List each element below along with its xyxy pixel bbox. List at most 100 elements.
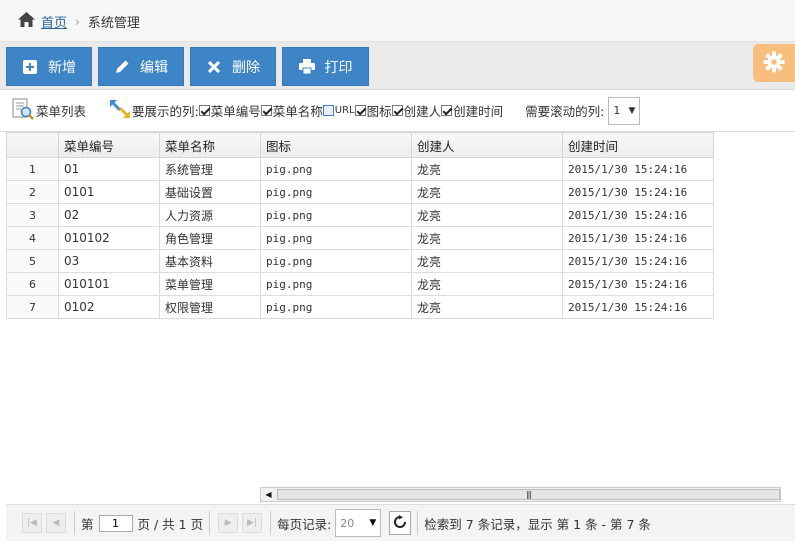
horizontal-scrollbar[interactable]: ◀ ||| (260, 487, 781, 502)
checkbox-label: 菜单编号 (210, 104, 261, 119)
table-cell-name: 系统管理 (159, 157, 261, 181)
breadcrumb-current: 系统管理 (87, 16, 140, 31)
table-cell-icon: pig.png (260, 272, 412, 296)
table-cell-icon: pig.png (260, 157, 412, 181)
row-number: 1 (6, 157, 59, 181)
page-prefix: 第 (81, 516, 94, 532)
table-cell-code: 01 (58, 157, 160, 181)
first-page-icon[interactable]: |◀ (22, 513, 42, 533)
table-cell-icon: pig.png (260, 226, 412, 250)
table-header-row: 菜单编号 菜单名称 图标 创建人 创建时间 (6, 132, 714, 158)
row-number: 5 (6, 249, 59, 273)
prev-page-icon[interactable]: ◀ (46, 513, 66, 533)
toolbar: 新增 编辑 删除 打印 (0, 42, 795, 90)
next-page-icon[interactable]: ▶ (218, 513, 239, 533)
add-button[interactable]: 新增 (6, 47, 92, 86)
row-number: 6 (6, 272, 59, 296)
row-number: 7 (6, 295, 59, 319)
column-checkbox-url[interactable]: URL (322, 105, 355, 116)
column-header[interactable]: 创建人 (411, 132, 563, 158)
breadcrumb: 首页 › 系统管理 (18, 12, 140, 31)
home-icon[interactable] (18, 12, 35, 31)
scroll-columns-label: 需要滚动的列: (525, 104, 605, 119)
column-checkbox-time[interactable]: 创建时间 (441, 101, 503, 120)
close-icon (206, 59, 222, 75)
checkbox-label: 创建时间 (453, 104, 504, 119)
table-row[interactable]: 7 0102 权限管理 pig.png 龙亮 2015/1/30 15:24:16 (6, 295, 714, 319)
checkbox-checked-icon[interactable] (441, 105, 453, 116)
table-cell-time: 2015/1/30 15:24:16 (562, 157, 714, 181)
checkbox-label: 图标 (366, 104, 392, 119)
table-cell-code: 010101 (58, 272, 160, 296)
pager-divider (270, 511, 272, 535)
column-header[interactable]: 创建时间 (562, 132, 714, 158)
pager-divider (74, 511, 75, 535)
table-cell-name: 角色管理 (159, 226, 261, 250)
pencil-icon (114, 59, 130, 75)
column-checkbox-name[interactable]: 菜单名称 (260, 101, 323, 120)
last-page-icon[interactable]: ▶| (242, 513, 263, 533)
scrollbar-thumb[interactable]: ||| (277, 489, 780, 500)
row-number: 2 (6, 180, 59, 204)
table-cell-time: 2015/1/30 15:24:16 (562, 272, 714, 296)
checkbox-checked-icon[interactable] (260, 105, 272, 116)
scroll-columns: 需要滚动的列: 1 ▼ (525, 96, 641, 125)
column-checkbox-creator[interactable]: 创建人 (391, 101, 441, 120)
checkbox-label: 菜单名称 (272, 104, 323, 119)
table-cell-time: 2015/1/30 15:24:16 (562, 226, 714, 250)
expand-arrows-icon (108, 98, 132, 123)
table-cell-code: 0102 (58, 295, 160, 319)
table-cell-icon: pig.png (260, 249, 412, 273)
column-header[interactable]: 菜单编号 (58, 132, 160, 158)
per-page-value: 20 (340, 516, 355, 530)
table-cell-name: 权限管理 (159, 295, 261, 319)
column-header[interactable]: 图标 (260, 132, 412, 158)
breadcrumb-home-link[interactable]: 首页 (41, 12, 67, 31)
pager: |◀ ◀ 第 页 / 共 1 页 ▶ ▶| 每页记录: 20 ▼ 检索到 7 条… (6, 504, 795, 541)
per-page-select[interactable]: 20 ▼ (335, 509, 382, 537)
table-cell-creator: 龙亮 (411, 249, 563, 273)
delete-button[interactable]: 删除 (190, 47, 276, 86)
scroll-columns-select[interactable]: 1 ▼ (608, 96, 641, 125)
checkbox-checked-icon[interactable] (198, 105, 210, 116)
table-row[interactable]: 1 01 系统管理 pig.png 龙亮 2015/1/30 15:24:16 (6, 157, 714, 181)
table-cell-code: 010102 (58, 226, 160, 250)
table-row[interactable]: 2 0101 基础设置 pig.png 龙亮 2015/1/30 15:24:16 (6, 180, 714, 204)
table-row[interactable]: 6 010101 菜单管理 pig.png 龙亮 2015/1/30 15:24:16 (6, 272, 714, 296)
table-cell-time: 2015/1/30 15:24:16 (562, 295, 714, 319)
table-cell-name: 基础设置 (159, 180, 261, 204)
column-checkbox-code[interactable]: 菜单编号 (198, 101, 261, 120)
table-cell-time: 2015/1/30 15:24:16 (562, 249, 714, 273)
refresh-button[interactable] (389, 511, 412, 535)
checkbox-checked-icon[interactable] (354, 105, 366, 116)
table-cell-code: 02 (58, 203, 160, 227)
table-cell-creator: 龙亮 (411, 226, 563, 250)
table-cell-creator: 龙亮 (411, 272, 563, 296)
list-search-icon (12, 98, 34, 123)
table-row[interactable]: 5 03 基本资料 pig.png 龙亮 2015/1/30 15:24:16 (6, 249, 714, 273)
row-number-header (6, 132, 59, 158)
table-cell-creator: 龙亮 (411, 203, 563, 227)
edit-button[interactable]: 编辑 (98, 47, 184, 86)
table-cell-creator: 龙亮 (411, 180, 563, 204)
row-number: 4 (6, 226, 59, 250)
page-number-input[interactable] (98, 514, 133, 532)
delete-button-label: 删除 (232, 59, 260, 76)
column-header[interactable]: 菜单名称 (159, 132, 261, 158)
checkbox-unchecked-icon[interactable] (322, 105, 334, 116)
edit-button-label: 编辑 (140, 59, 168, 76)
data-grid: 菜单编号 菜单名称 图标 创建人 创建时间 1 01 系统管理 pig.png 龙亮 20… (6, 132, 795, 504)
scroll-left-icon[interactable]: ◀ (261, 488, 276, 501)
print-button[interactable]: 打印 (282, 47, 369, 86)
settings-button[interactable] (753, 44, 795, 82)
table-row[interactable]: 3 02 人力资源 pig.png 龙亮 2015/1/30 15:24:16 (6, 203, 714, 227)
page-suffix: 页 / 共 1 页 (137, 516, 204, 532)
refresh-icon (393, 514, 407, 532)
column-checkbox-icon[interactable]: 图标 (354, 101, 392, 120)
table-cell-icon: pig.png (260, 295, 412, 319)
checkbox-checked-icon[interactable] (391, 105, 403, 116)
gear-icon (763, 51, 785, 76)
scroll-columns-value: 1 (613, 104, 621, 117)
menu-list-label: 菜单列表 (36, 104, 87, 119)
table-row[interactable]: 4 010102 角色管理 pig.png 龙亮 2015/1/30 15:24:16 (6, 226, 714, 250)
